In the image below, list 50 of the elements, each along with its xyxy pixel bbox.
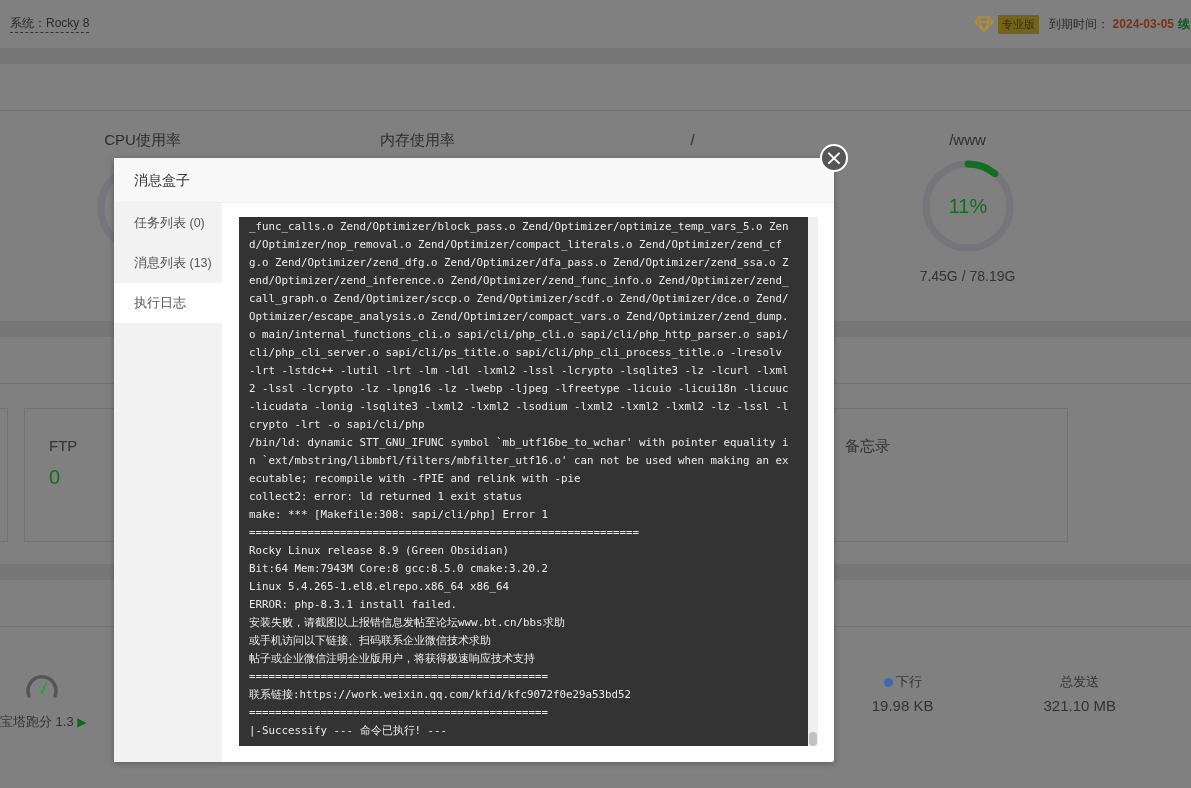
- log-line: d/Optimizer/nop_removal.o Zend/Optimizer/compact_literals.o Zend/Optimizer/zend_cf: [249, 237, 784, 253]
- log-line: ============================================================: [249, 525, 641, 541]
- dialog-tab[interactable]: 任务列表 (0): [114, 203, 222, 243]
- traffic-value: 19.98 KB: [871, 697, 934, 714]
- log-line: o main/internal_functions_cli.o sapi/cli/php_cli.o sapi/cli/php_http_parser.o sapi/: [249, 327, 790, 343]
- gauge-detail: 7.45G / 78.19G: [919, 268, 1016, 284]
- log-line: ERROR: php-8.3.1 install failed.: [249, 597, 458, 613]
- log-line: ==============================================: [249, 669, 549, 685]
- system-label[interactable]: 系统：Rocky 8: [10, 15, 90, 33]
- gauge-title: CPU使用率: [104, 131, 181, 150]
- dialog-tab[interactable]: 执行日志: [114, 283, 222, 323]
- log-line: collect2: error: ld returned 1 exit status: [249, 489, 523, 505]
- gauge-title: /: [690, 131, 695, 148]
- log-line: end/Optimizer/zend_inference.o Zend/Optimizer/zend_func_info.o Zend/Optimizer/zend_: [249, 273, 790, 289]
- traffic-label: 总发送: [1060, 673, 1100, 691]
- gauge-title: 内存使用率: [380, 131, 455, 150]
- dialog-tab[interactable]: 消息列表 (13): [114, 243, 222, 283]
- log-line: ecutable; recompile with -fPIE and relink with -pie: [249, 471, 582, 487]
- scrollbar-thumb[interactable]: [809, 732, 817, 746]
- gauge-value: 11%: [948, 195, 987, 217]
- log-line: cli/php_cli_server.o sapi/cli/ps_title.o sapi/cli/php_cli_process_title.o -lresolv: [249, 345, 784, 361]
- gauge-title: /www: [949, 131, 986, 148]
- log-line: g.o Zend/Optimizer/zend_dfg.o Zend/Optimizer/dfa_pass.o Zend/Optimizer/zend_ssa.o Z: [249, 255, 790, 271]
- log-line: _func_calls.o Zend/Optimizer/block_pass.o Zend/Optimizer/optimize_temp_vars_5.o Zen: [249, 219, 790, 235]
- traffic-label: 下行: [883, 673, 922, 691]
- card-title: FTP: [49, 437, 78, 454]
- log-line: |-Successify --- 命令已执行! ---: [249, 723, 448, 739]
- log-line: make: *** [Makefile:308: sapi/cli/php] Error 1: [249, 507, 549, 523]
- log-line: -licudata -lonig -lsqlite3 -lxml2 -lxml2 -lsodium -lxml2 -lxml2 -lxml2 -lz -lssl -l: [249, 399, 790, 415]
- log-line: 联系链接:https://work.weixin.qq.com/kfid/kfc9072f0e29a53bd52: [249, 687, 632, 703]
- traffic-value: 321.10 MB: [1043, 697, 1116, 714]
- log-line: call_graph.o Zend/Optimizer/sccp.o Zend/Optimizer/scdf.o Zend/Optimizer/dce.o Zend/: [249, 291, 790, 307]
- log-line: 帖子或企业微信注明企业版用户，将获得极速响应技术支持: [249, 651, 536, 667]
- expiry-date: 2024-03-05: [1112, 17, 1174, 31]
- card-title: 备忘录: [845, 437, 890, 456]
- log-line: crypto -lrt -o sapi/cli/php: [249, 417, 426, 433]
- log-line: ==============================================: [249, 705, 549, 721]
- expiry-label: 到期时间：: [1048, 15, 1109, 33]
- log-line: Linux 5.4.265-1.el8.elrepo.x86_64 x86_64: [249, 579, 510, 595]
- log-line: 或手机访问以下链接、扫码联系企业微信技术求助: [249, 633, 492, 649]
- log-line: /bin/ld: dynamic STT_GNU_IFUNC symbol `mb_utf16be_to_wchar' with pointer equality i: [249, 435, 790, 451]
- log-line: Optimizer/escape_analysis.o Zend/Optimizer/compact_vars.o Zend/Optimizer/zend_dump.: [249, 309, 790, 325]
- log-line: 安装失败，请截图以上报错信息发帖至论坛www.bt.cn/bbs求助: [249, 615, 566, 631]
- log-line: Bit:64 Mem:7943M Core:8 gcc:8.5.0 cmake:3.20.2: [249, 561, 549, 577]
- log-line: n `ext/mbstring/libmbfl/filters/mbfilter_utf16.o' can not be used when making an ex: [249, 453, 790, 469]
- log-line: 2 -lssl -lcrypto -lz -lpng16 -lz -lwebp -ljpeg -lfreetype -licuio -licui18n -licuuc: [249, 381, 790, 397]
- log-line: -lrt -lstdc++ -lutil -lrt -lm -ldl -lxml2 -lssl -lcrypto -lsqlite3 -lz -lcurl -lxml: [249, 363, 790, 379]
- diamond-icon: [973, 16, 994, 32]
- log-line: Rocky Linux release 8.9 (Green Obsidian): [249, 543, 510, 559]
- card-value: 0: [49, 466, 61, 489]
